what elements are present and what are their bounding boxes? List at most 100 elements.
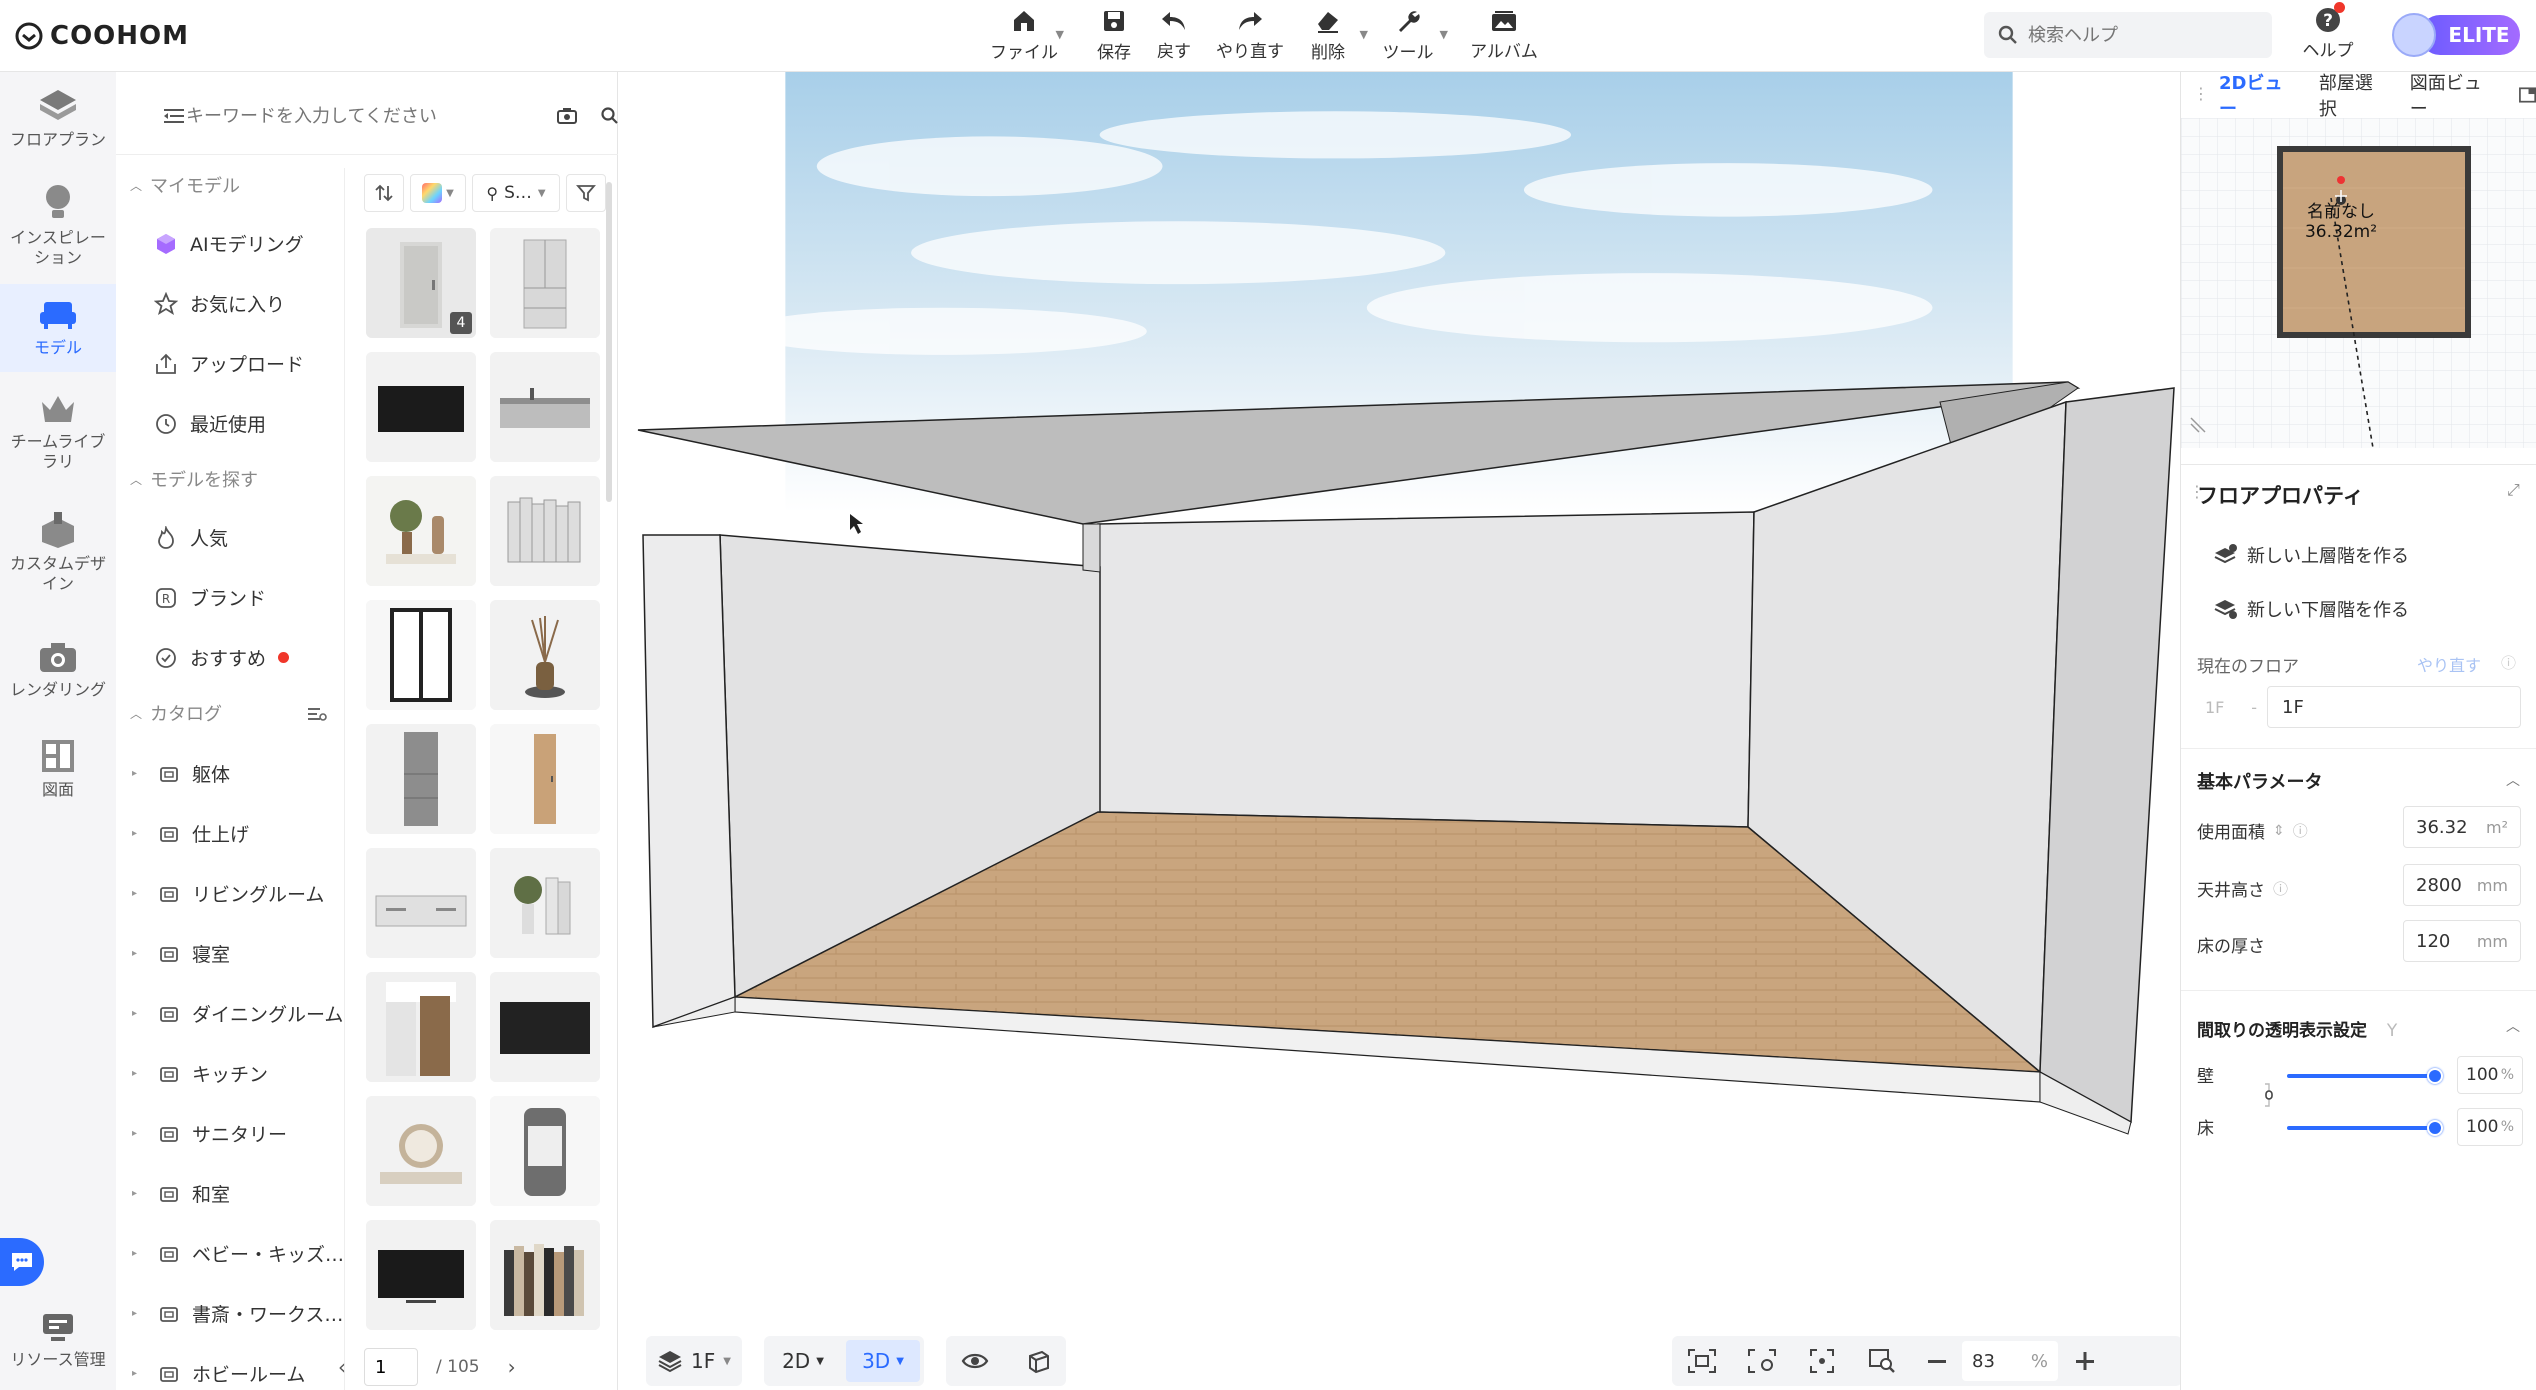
catalog-item[interactable]: ▸ 躯体: [132, 760, 230, 787]
floor-selector[interactable]: 1F ▼: [646, 1336, 742, 1386]
sort-button[interactable]: [364, 174, 404, 212]
panel-toggle-icon[interactable]: [2518, 86, 2536, 104]
help-search-input[interactable]: [2028, 24, 2248, 46]
floor-name-input[interactable]: 1F: [2267, 686, 2521, 728]
rail-resources[interactable]: リソース管理: [0, 1312, 116, 1382]
floor-opacity-knob[interactable]: [2427, 1120, 2443, 1136]
chevron-up-icon[interactable]: ︿: [2506, 770, 2520, 790]
model-thumb-bookset[interactable]: [490, 1220, 600, 1330]
model-thumb-door[interactable]: 4: [366, 228, 476, 338]
section-find-models[interactable]: ︿ モデルを探す: [130, 466, 258, 492]
catalog-item[interactable]: ▸ 仕上げ: [132, 820, 249, 847]
model-thumb-tv-cabinet[interactable]: [366, 848, 476, 958]
section-my-models[interactable]: ︿ マイモデル: [130, 172, 240, 198]
expand-icon[interactable]: ⤢: [2507, 480, 2520, 500]
cube-icon[interactable]: [1026, 1348, 1052, 1374]
floor-opacity-slider[interactable]: [2287, 1126, 2435, 1130]
rail-custom-design[interactable]: カスタムデザイン: [0, 512, 116, 612]
tools-menu-button[interactable]: ツール ▼: [1368, 4, 1448, 66]
ceiling-height-input[interactable]: 2800 mm: [2403, 864, 2521, 906]
search-icon[interactable]: [600, 106, 620, 126]
new-upper-floor-button[interactable]: 新しい上層階を作る: [2213, 542, 2409, 568]
floor-minimap[interactable]: 名前なし 36.32m²: [2181, 118, 2536, 448]
camera-settings-button[interactable]: [1732, 1348, 1792, 1374]
tab-room-select[interactable]: 部屋選択: [2319, 69, 2388, 121]
nav-brand[interactable]: R ブランド: [154, 584, 266, 611]
3d-viewport[interactable]: 1F ▼ 2D ▼ 3D ▼ 83 %: [618, 72, 2180, 1390]
catalog-item[interactable]: ▸ ベビー・キッズ…: [132, 1240, 344, 1267]
nav-recent[interactable]: 最近使用: [154, 410, 266, 437]
catalog-item[interactable]: ▸ ダイニングルーム: [132, 1000, 343, 1027]
tab-drawing-view[interactable]: 図面ビュー: [2410, 69, 2496, 121]
nav-popular[interactable]: 人気: [154, 524, 228, 551]
filter-button[interactable]: [566, 174, 606, 212]
section-catalog[interactable]: ︿ カタログ: [130, 700, 222, 726]
model-thumb-diffuser[interactable]: [490, 600, 600, 710]
new-lower-floor-button[interactable]: 新しい下層階を作る: [2213, 596, 2409, 622]
model-thumb-door-frame[interactable]: [366, 972, 476, 1082]
model-thumb-plant-decor[interactable]: [366, 476, 476, 586]
catalog-item[interactable]: ▸ 和室: [132, 1180, 230, 1207]
collapse-menu-icon[interactable]: [162, 106, 186, 126]
rail-model[interactable]: モデル: [0, 284, 116, 372]
nav-favorites[interactable]: お気に入り: [154, 290, 285, 317]
floor-prefix-select[interactable]: 1F -: [2197, 686, 2257, 728]
keyword-input[interactable]: [186, 105, 486, 127]
help-search[interactable]: [1984, 12, 2272, 58]
wall-opacity-input[interactable]: 100%: [2457, 1056, 2523, 1094]
view-2d-button[interactable]: 2D ▼: [768, 1340, 838, 1382]
tab-2d-view[interactable]: 2Dビュー: [2219, 69, 2297, 121]
avatar[interactable]: [2392, 13, 2436, 57]
zoom-input[interactable]: 83 %: [1962, 1341, 2058, 1381]
model-thumb-black-panel[interactable]: [490, 972, 600, 1082]
wall-opacity-knob[interactable]: [2427, 1068, 2443, 1084]
prev-page-icon[interactable]: ‹: [338, 1355, 346, 1379]
model-thumb-tv-panel[interactable]: [366, 352, 476, 462]
rail-rendering[interactable]: レンダリング: [0, 640, 116, 720]
model-thumb-clock[interactable]: [366, 1096, 476, 1206]
help-button[interactable]: ? ヘルプ: [2290, 6, 2366, 66]
redo-button[interactable]: やり直す: [1210, 4, 1290, 66]
floor-thickness-input[interactable]: 120 mm: [2403, 920, 2521, 962]
catalog-item[interactable]: ▸ 書斎・ワークス…: [132, 1300, 343, 1327]
nav-upload[interactable]: アップロード: [154, 350, 304, 377]
view-3d-button[interactable]: 3D ▼: [846, 1340, 920, 1382]
wall-opacity-slider[interactable]: [2287, 1074, 2435, 1078]
model-thumb-wood-door[interactable]: [490, 724, 600, 834]
album-button[interactable]: アルバム: [1464, 4, 1544, 66]
brand-logo[interactable]: COOHOM: [14, 16, 189, 56]
style-filter[interactable]: ⚲ S… ▼: [472, 174, 560, 212]
redo-link[interactable]: やり直す: [2417, 652, 2481, 676]
model-thumb-books[interactable]: [490, 476, 600, 586]
delete-button[interactable]: 削除 ▼: [1288, 4, 1368, 66]
camera-search-icon[interactable]: [556, 106, 578, 126]
catalog-item[interactable]: ▸ キッチン: [132, 1060, 268, 1087]
rail-floorplan[interactable]: フロアプラン: [0, 88, 116, 168]
fit-view-button[interactable]: [1792, 1348, 1852, 1374]
model-thumb-tv[interactable]: [366, 1220, 476, 1330]
file-menu-button[interactable]: ファイル ▼: [984, 4, 1064, 66]
scrollbar[interactable]: [606, 182, 612, 502]
zoom-out-button[interactable]: [1912, 1350, 1962, 1372]
model-thumb-fridge[interactable]: [490, 228, 600, 338]
catalog-item[interactable]: ▸ 寝室: [132, 940, 230, 967]
chevron-up-icon[interactable]: ︿: [2506, 1016, 2520, 1036]
catalog-item[interactable]: ▸ ホビールーム: [132, 1360, 305, 1387]
nav-recommended[interactable]: おすすめ: [154, 644, 290, 671]
model-thumb-kitchen[interactable]: [490, 352, 600, 462]
sort-arrows-icon[interactable]: ⇕: [2273, 823, 2285, 839]
rail-drawing[interactable]: 図面: [0, 738, 116, 818]
keyword-search[interactable]: [156, 96, 618, 136]
catalog-settings-icon[interactable]: [306, 704, 328, 724]
color-filter[interactable]: ▼: [410, 174, 466, 212]
model-thumb-tall-fridge[interactable]: [366, 724, 476, 834]
rail-inspiration[interactable]: インスピレーション: [0, 182, 116, 282]
floor-opacity-input[interactable]: 100%: [2457, 1108, 2523, 1146]
drag-handle-icon[interactable]: ⋮: [2193, 84, 2209, 103]
model-thumb-plant-books[interactable]: [490, 848, 600, 958]
eye-icon[interactable]: [961, 1351, 989, 1371]
nav-ai-modeling[interactable]: AIモデリング: [154, 230, 304, 257]
model-thumb-window[interactable]: [366, 600, 476, 710]
link-icon[interactable]: [2261, 1080, 2277, 1110]
zoom-in-button[interactable]: [2058, 1350, 2112, 1372]
